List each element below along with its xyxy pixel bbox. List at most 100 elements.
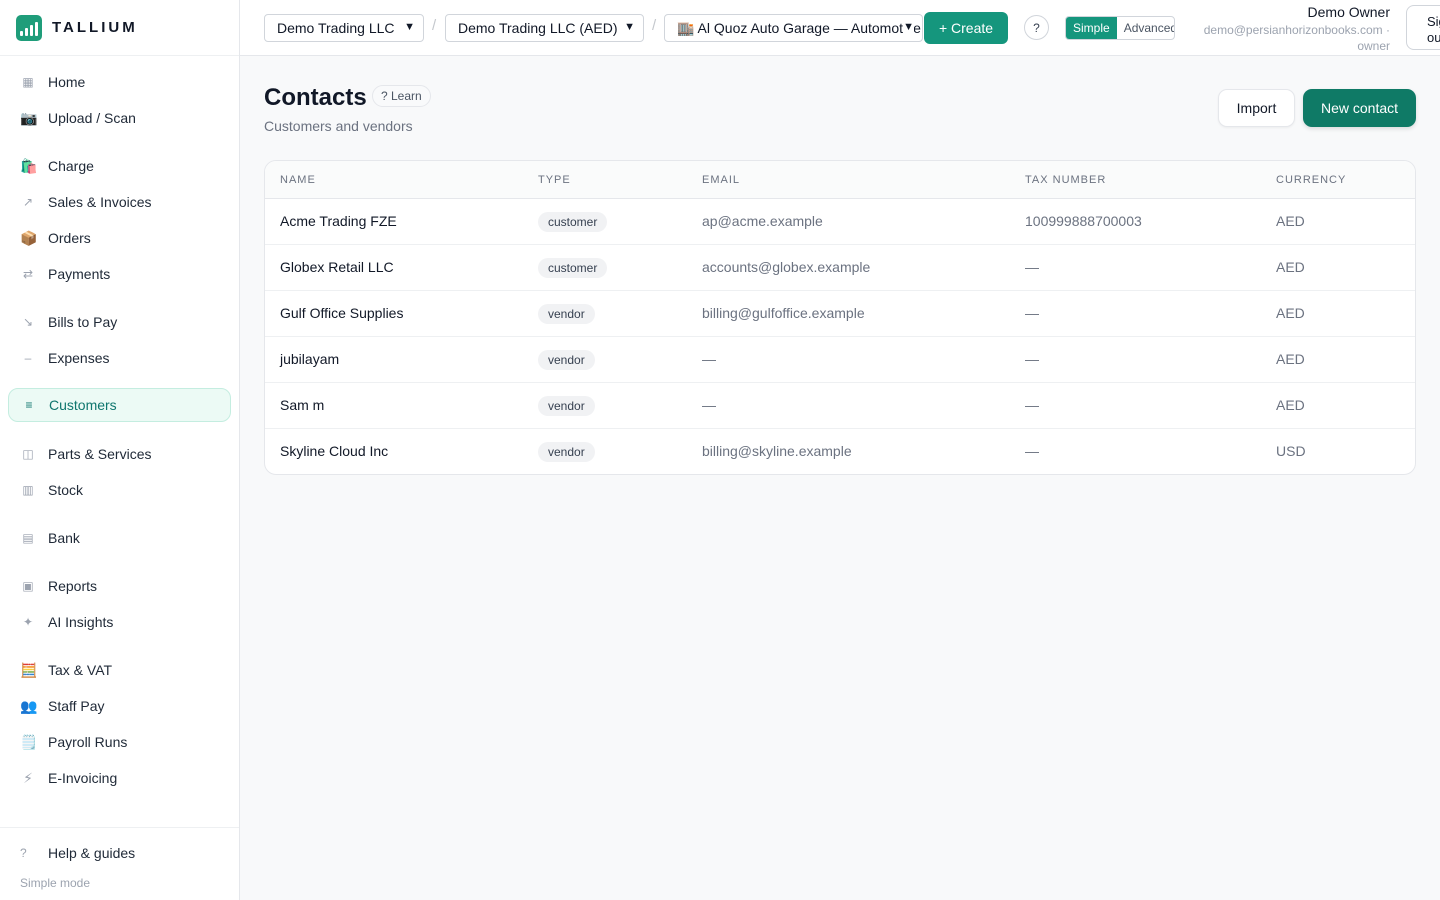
sidebar-item-label: Upload / Scan [48, 110, 136, 126]
contact-currency: AED [1276, 305, 1305, 321]
arrow-up-right-icon: ↗ [22, 195, 34, 209]
contact-email: — [702, 397, 716, 413]
contact-name[interactable]: Sam m [280, 397, 324, 413]
mode-simple-option[interactable]: Simple [1066, 17, 1117, 39]
branch-select-value: 🏬 Al Quoz Auto Garage — Automotive [677, 19, 921, 36]
sidebar-item-sales-invoices[interactable]: ↗ Sales & Invoices [8, 185, 231, 219]
ledger-select[interactable]: Demo Trading LLC (AED) ▼ [445, 14, 644, 42]
sidebar-item-label: Payments [48, 266, 111, 282]
type-badge: customer [538, 258, 608, 278]
contact-tax-number: — [1025, 351, 1039, 367]
grid-icon: ▦ [22, 75, 34, 89]
sidebar-item-charge[interactable]: 🛍️ Charge [8, 149, 231, 183]
breadcrumb-separator: / [652, 17, 657, 34]
table-row[interactable]: Skyline Cloud Inc vendor billing@skyline… [265, 429, 1415, 474]
import-button[interactable]: Import [1218, 89, 1295, 127]
contact-name[interactable]: Acme Trading FZE [280, 213, 397, 229]
sidebar-item-bank[interactable]: ▤ Bank [8, 521, 231, 555]
contacts-table: NAME TYPE EMAIL TAX NUMBER CURRENCY Acme… [264, 160, 1416, 475]
chevron-down-icon: ▼ [903, 21, 914, 33]
sidebar-item-payments[interactable]: ⇄ Payments [8, 257, 231, 291]
sidebar-item-home[interactable]: ▦ Home [8, 65, 231, 99]
contact-email: billing@skyline.example [702, 443, 852, 459]
table-row[interactable]: Acme Trading FZE customer ap@acme.exampl… [265, 199, 1415, 245]
sidebar-item-staff-pay[interactable]: 👥 Staff Pay [8, 689, 231, 723]
help-button[interactable]: ? [1024, 15, 1049, 40]
column-header-type[interactable]: TYPE [538, 174, 571, 186]
arrow-down-right-icon: ↘ [22, 315, 34, 329]
abacus-icon: 🧮 [20, 661, 38, 678]
sidebar-item-label: Customers [49, 397, 117, 413]
help-guides-link[interactable]: ? Help & guides [20, 845, 135, 861]
sidebar-nav: ▦ Home 📷 Upload / Scan 🛍️ Charge ↗ Sales & I… [0, 56, 239, 786]
table-row[interactable]: jubilayam vendor — — AED [265, 337, 1415, 383]
sidebar-item-label: Tax & VAT [48, 662, 113, 678]
sidebar-item-label: Payroll Runs [48, 734, 128, 750]
sidebar-item-tax-vat[interactable]: 🧮 Tax & VAT [8, 653, 231, 687]
sidebar-footer: ? Help & guides Simple mode [0, 827, 239, 900]
sidebar-item-label: Bank [48, 530, 80, 546]
swap-arrows-icon: ⇄ [22, 267, 34, 281]
type-badge: customer [538, 212, 608, 232]
sidebar-item-customers[interactable]: ≡ Customers [8, 388, 231, 422]
sidebar-item-label: Bills to Pay [48, 314, 118, 330]
mode-advanced-option[interactable]: Advanced [1117, 17, 1174, 39]
sidebar-item-parts-services[interactable]: ◫ Parts & Services [8, 437, 231, 471]
sidebar-item-label: Orders [48, 230, 91, 246]
table-row[interactable]: Gulf Office Supplies vendor billing@gulf… [265, 291, 1415, 337]
contact-name[interactable]: Globex Retail LLC [280, 259, 394, 275]
contact-email: billing@gulfoffice.example [702, 305, 865, 321]
sidebar-item-e-invoicing[interactable]: ⚡ E-Invoicing [8, 761, 231, 795]
report-icon: ▣ [22, 579, 34, 593]
type-badge: vendor [538, 396, 595, 416]
sidebar-item-upload-scan[interactable]: 📷 Upload / Scan [8, 101, 231, 135]
company-select[interactable]: Demo Trading LLC ▼ [264, 14, 424, 42]
sidebar-item-label: Stock [48, 482, 84, 498]
tallium-logo-icon [16, 14, 42, 41]
column-header-tax-number[interactable]: TAX NUMBER [1025, 174, 1106, 186]
brand-name: TALLIUM [52, 19, 138, 36]
contact-name[interactable]: Skyline Cloud Inc [280, 443, 388, 459]
breadcrumb-separator: / [432, 17, 437, 34]
table-row[interactable]: Globex Retail LLC customer accounts@glob… [265, 245, 1415, 291]
column-header-email[interactable]: EMAIL [702, 174, 740, 186]
sidebar-item-bills-to-pay[interactable]: ↘ Bills to Pay [8, 305, 231, 339]
sidebar-item-stock[interactable]: ▥ Stock [8, 473, 231, 507]
type-badge: vendor [538, 442, 595, 462]
lightning-icon: ⚡ [23, 769, 33, 786]
create-button[interactable]: + Create [924, 12, 1008, 44]
contact-name[interactable]: Gulf Office Supplies [280, 305, 403, 321]
contact-name[interactable]: jubilayam [280, 351, 339, 367]
sidebar-item-label: Expenses [48, 350, 110, 366]
sidebar-item-reports[interactable]: ▣ Reports [8, 569, 231, 603]
new-contact-button[interactable]: New contact [1303, 89, 1416, 127]
type-badge: vendor [538, 304, 595, 324]
sign-out-button[interactable]: Sign out [1406, 5, 1440, 50]
sidebar-item-ai-insights[interactable]: ✦ AI Insights [8, 605, 231, 639]
shelves-icon: ▥ [22, 483, 34, 497]
ledger-select-value: Demo Trading LLC (AED) [458, 20, 618, 36]
contact-tax-number: — [1025, 397, 1039, 413]
user-name: Demo Owner [1307, 4, 1390, 20]
contact-currency: AED [1276, 259, 1305, 275]
mode-toggle[interactable]: Simple Advanced [1065, 16, 1175, 40]
sidebar-item-payroll-runs[interactable]: 🗒️ Payroll Runs [8, 725, 231, 759]
shopping-bags-icon: 🛍️ [20, 157, 38, 174]
column-header-currency[interactable]: CURRENCY [1276, 174, 1346, 186]
branch-select[interactable]: 🏬 Al Quoz Auto Garage — Automotive ▼ [664, 14, 923, 42]
contact-currency: AED [1276, 351, 1305, 367]
sidebar-item-orders[interactable]: 📦 Orders [8, 221, 231, 255]
column-header-name[interactable]: NAME [280, 174, 316, 186]
sidebar-item-expenses[interactable]: – Expenses [8, 341, 231, 375]
brand[interactable]: TALLIUM [0, 0, 239, 56]
learn-button[interactable]: ? Learn [372, 85, 431, 107]
contact-currency: AED [1276, 397, 1305, 413]
contact-tax-number: — [1025, 305, 1039, 321]
contact-email: — [702, 351, 716, 367]
chevron-down-icon: ▼ [404, 21, 415, 33]
contact-currency: USD [1276, 443, 1306, 459]
ledger-icon: 🗒️ [20, 733, 38, 750]
table-row[interactable]: Sam m vendor — — AED [265, 383, 1415, 429]
contact-email: accounts@globex.example [702, 259, 871, 275]
contact-tax-number: — [1025, 443, 1039, 459]
